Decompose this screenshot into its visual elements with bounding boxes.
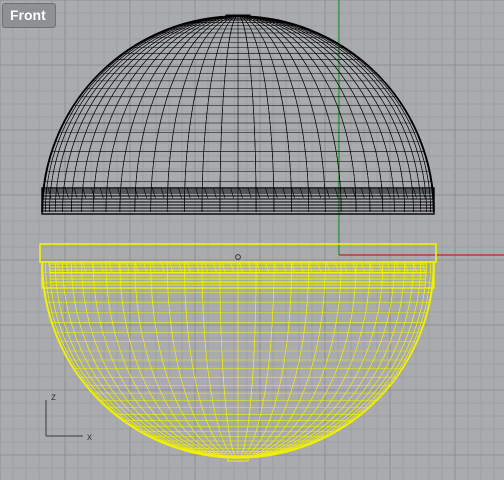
axis-gizmo: z x — [45, 392, 92, 443]
gizmo-z-label: z — [51, 392, 56, 403]
dome-wireframe-black[interactable] — [41, 14, 435, 215]
viewport-title-tab[interactable]: Front — [2, 3, 56, 28]
front-viewport[interactable]: z x Front — [0, 0, 504, 480]
viewport-canvas[interactable]: z x — [0, 0, 504, 480]
construction-grid — [0, 0, 504, 480]
pivot-point-marker — [235, 254, 241, 260]
gizmo-x-label: x — [87, 432, 92, 443]
